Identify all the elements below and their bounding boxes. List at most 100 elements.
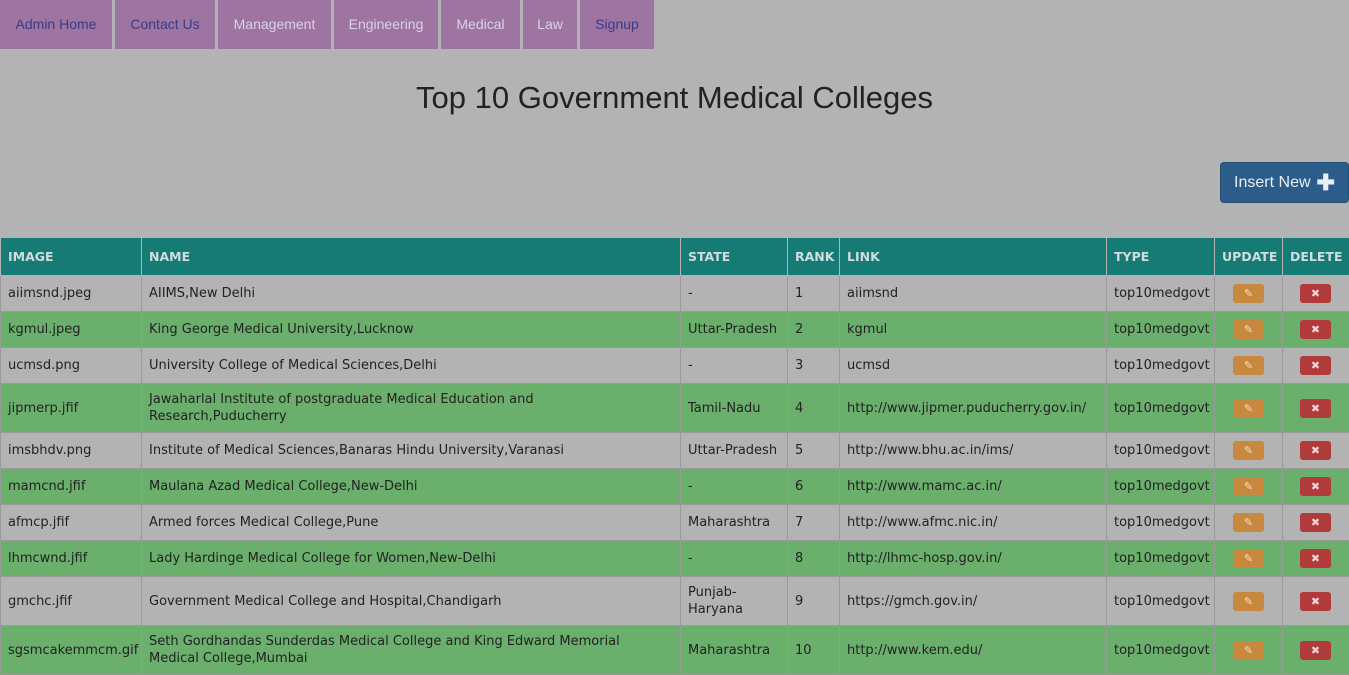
delete-button[interactable]: ✖ xyxy=(1300,320,1331,339)
nav-medical[interactable]: Medical xyxy=(441,0,520,49)
nav-management[interactable]: Management xyxy=(218,0,331,49)
cell-link: https://gmch.gov.in/ xyxy=(840,577,1107,626)
cell-type: top10medgovt xyxy=(1107,626,1215,675)
close-icon: ✖ xyxy=(1311,359,1320,372)
cell-name: Seth Gordhandas Sunderdas Medical Colleg… xyxy=(142,626,681,675)
cell-delete: ✖ xyxy=(1283,469,1349,505)
delete-button[interactable]: ✖ xyxy=(1300,477,1331,496)
plus-icon: ✚ xyxy=(1317,172,1335,194)
cell-update: ✎ xyxy=(1215,433,1283,469)
header-type: TYPE xyxy=(1107,238,1215,276)
cell-name: King George Medical University,Lucknow xyxy=(142,312,681,348)
cell-update: ✎ xyxy=(1215,276,1283,312)
update-button[interactable]: ✎ xyxy=(1233,441,1264,460)
cell-image: jipmerp.jfif xyxy=(1,384,142,433)
page-title: Top 10 Government Medical Colleges xyxy=(0,80,1349,116)
delete-button[interactable]: ✖ xyxy=(1300,641,1331,660)
cell-link: http://www.kem.edu/ xyxy=(840,626,1107,675)
update-button[interactable]: ✎ xyxy=(1233,641,1264,660)
cell-type: top10medgovt xyxy=(1107,312,1215,348)
nav-admin-home[interactable]: Admin Home xyxy=(0,0,112,49)
table-row: gmchc.jfifGovernment Medical College and… xyxy=(1,577,1349,626)
pencil-icon: ✎ xyxy=(1244,444,1253,457)
delete-button[interactable]: ✖ xyxy=(1300,513,1331,532)
update-button[interactable]: ✎ xyxy=(1233,284,1264,303)
table-row: aiimsnd.jpegAIIMS,New Delhi-1aiimsndtop1… xyxy=(1,276,1349,312)
insert-new-button[interactable]: Insert New ✚ xyxy=(1220,162,1349,203)
cell-name: Maulana Azad Medical College,New-Delhi xyxy=(142,469,681,505)
nav-law[interactable]: Law xyxy=(523,0,577,49)
delete-button[interactable]: ✖ xyxy=(1300,592,1331,611)
update-button[interactable]: ✎ xyxy=(1233,399,1264,418)
cell-rank: 10 xyxy=(788,626,840,675)
delete-button[interactable]: ✖ xyxy=(1300,441,1331,460)
update-button[interactable]: ✎ xyxy=(1233,320,1264,339)
cell-update: ✎ xyxy=(1215,384,1283,433)
cell-link: http://lhmc-hosp.gov.in/ xyxy=(840,541,1107,577)
cell-update: ✎ xyxy=(1215,505,1283,541)
cell-image: ucmsd.png xyxy=(1,348,142,384)
pencil-icon: ✎ xyxy=(1244,359,1253,372)
close-icon: ✖ xyxy=(1311,402,1320,415)
cell-delete: ✖ xyxy=(1283,541,1349,577)
table-header-row: IMAGE NAME STATE RANK LINK TYPE UPDATE D… xyxy=(1,238,1349,276)
cell-image: sgsmcakemmcm.gif xyxy=(1,626,142,675)
cell-delete: ✖ xyxy=(1283,312,1349,348)
delete-button[interactable]: ✖ xyxy=(1300,284,1331,303)
close-icon: ✖ xyxy=(1311,287,1320,300)
cell-name: AIIMS,New Delhi xyxy=(142,276,681,312)
table-row: imsbhdv.pngInstitute of Medical Sciences… xyxy=(1,433,1349,469)
close-icon: ✖ xyxy=(1311,595,1320,608)
pencil-icon: ✎ xyxy=(1244,480,1253,493)
header-image: IMAGE xyxy=(1,238,142,276)
cell-rank: 8 xyxy=(788,541,840,577)
close-icon: ✖ xyxy=(1311,323,1320,336)
cell-update: ✎ xyxy=(1215,348,1283,384)
cell-rank: 6 xyxy=(788,469,840,505)
cell-rank: 4 xyxy=(788,384,840,433)
update-button[interactable]: ✎ xyxy=(1233,356,1264,375)
cell-rank: 7 xyxy=(788,505,840,541)
update-button[interactable]: ✎ xyxy=(1233,549,1264,568)
update-button[interactable]: ✎ xyxy=(1233,592,1264,611)
cell-type: top10medgovt xyxy=(1107,348,1215,384)
table-row: jipmerp.jfifJawaharlal Institute of post… xyxy=(1,384,1349,433)
cell-link: aiimsnd xyxy=(840,276,1107,312)
cell-rank: 1 xyxy=(788,276,840,312)
table-row: mamcnd.jfifMaulana Azad Medical College,… xyxy=(1,469,1349,505)
cell-state: Uttar-Pradesh xyxy=(681,433,788,469)
close-icon: ✖ xyxy=(1311,480,1320,493)
cell-rank: 9 xyxy=(788,577,840,626)
nav-contact-us[interactable]: Contact Us xyxy=(115,0,215,49)
update-button[interactable]: ✎ xyxy=(1233,513,1264,532)
colleges-table: IMAGE NAME STATE RANK LINK TYPE UPDATE D… xyxy=(0,237,1349,675)
update-button[interactable]: ✎ xyxy=(1233,477,1264,496)
nav-signup[interactable]: Signup xyxy=(580,0,654,49)
pencil-icon: ✎ xyxy=(1244,402,1253,415)
delete-button[interactable]: ✖ xyxy=(1300,356,1331,375)
cell-name: University College of Medical Sciences,D… xyxy=(142,348,681,384)
delete-button[interactable]: ✖ xyxy=(1300,549,1331,568)
cell-update: ✎ xyxy=(1215,577,1283,626)
cell-image: mamcnd.jfif xyxy=(1,469,142,505)
cell-link: http://www.afmc.nic.in/ xyxy=(840,505,1107,541)
cell-name: Armed forces Medical College,Pune xyxy=(142,505,681,541)
nav-engineering[interactable]: Engineering xyxy=(334,0,438,49)
header-rank: RANK xyxy=(788,238,840,276)
cell-state: Punjab-Haryana xyxy=(681,577,788,626)
cell-update: ✎ xyxy=(1215,312,1283,348)
delete-button[interactable]: ✖ xyxy=(1300,399,1331,418)
cell-delete: ✖ xyxy=(1283,505,1349,541)
cell-delete: ✖ xyxy=(1283,433,1349,469)
cell-type: top10medgovt xyxy=(1107,433,1215,469)
cell-name: Lady Hardinge Medical College for Women,… xyxy=(142,541,681,577)
pencil-icon: ✎ xyxy=(1244,595,1253,608)
cell-type: top10medgovt xyxy=(1107,384,1215,433)
cell-state: Maharashtra xyxy=(681,626,788,675)
table-row: ucmsd.pngUniversity College of Medical S… xyxy=(1,348,1349,384)
cell-state: - xyxy=(681,469,788,505)
cell-link: kgmul xyxy=(840,312,1107,348)
insert-new-label: Insert New xyxy=(1234,174,1310,192)
header-state: STATE xyxy=(681,238,788,276)
cell-delete: ✖ xyxy=(1283,348,1349,384)
